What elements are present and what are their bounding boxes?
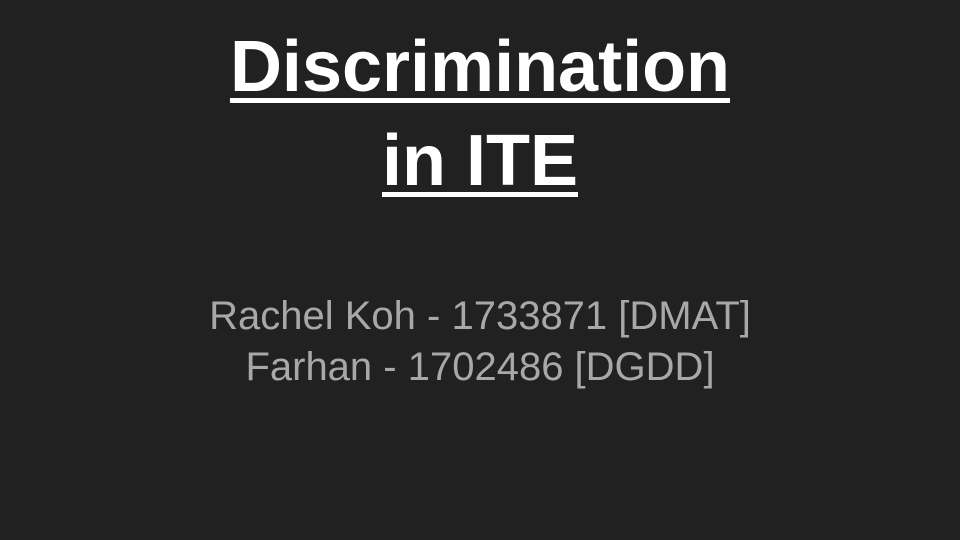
slide-title-line-1: Discrimination bbox=[229, 27, 731, 107]
slide-title-line-2: in ITE bbox=[382, 121, 578, 201]
slide-title: Discrimination in ITE bbox=[0, 20, 960, 208]
presentation-slide: Discrimination in ITE Rachel Koh - 17338… bbox=[0, 0, 960, 540]
slide-subtitle: Rachel Koh - 1733871 [DMAT] Farhan - 170… bbox=[0, 291, 960, 393]
subtitle-line-2: Farhan - 1702486 [DGDD] bbox=[245, 345, 715, 389]
subtitle-line-1: Rachel Koh - 1733871 [DMAT] bbox=[209, 294, 751, 338]
